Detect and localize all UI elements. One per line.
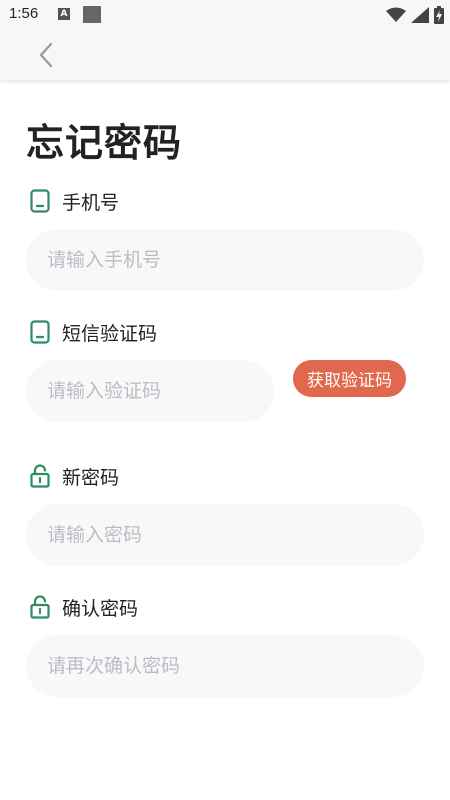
signal-icon: [411, 7, 429, 23]
phone-label-row: 手机号: [29, 188, 119, 214]
sms-code-input-container: [26, 360, 274, 422]
phone-input-container: [26, 229, 424, 291]
status-icons: [386, 5, 444, 25]
lock-icon: [29, 595, 51, 619]
forgot-password-screen: 1:56 A 忘记密码 手机号 请输入手机号 短信验证码 请输入验证码 获取验证…: [0, 0, 450, 800]
phone-label: 手机号: [62, 191, 120, 214]
sms-code-label-row: 短信验证码: [29, 319, 157, 345]
phone-icon: [29, 189, 51, 213]
app-bar: [0, 30, 450, 80]
new-password-input-container: [26, 504, 424, 566]
wifi-icon: [386, 7, 406, 22]
confirm-password-label-row: 确认密码: [29, 594, 138, 620]
status-bar: 1:56 A: [0, 0, 450, 30]
confirm-password-label: 确认密码: [62, 597, 139, 620]
sms-code-input[interactable]: [45, 379, 274, 403]
phone-input[interactable]: [45, 248, 424, 272]
a-icon: A: [58, 8, 70, 20]
new-password-input[interactable]: [45, 523, 424, 547]
status-time: 1:56: [9, 5, 39, 22]
get-code-button[interactable]: 获取验证码: [293, 360, 406, 397]
chevron-left-icon: [39, 42, 53, 68]
sms-code-label: 短信验证码: [62, 322, 158, 345]
page-title: 忘记密码: [26, 121, 183, 165]
confirm-password-input[interactable]: [45, 654, 424, 678]
confirm-password-input-container: [26, 635, 424, 697]
lock-icon: [29, 464, 51, 488]
new-password-label: 新密码: [62, 466, 120, 489]
new-password-label-row: 新密码: [29, 463, 119, 489]
back-button[interactable]: [26, 38, 66, 72]
battery-icon: [434, 6, 444, 24]
notification-square-icon: [83, 6, 101, 23]
phone-icon: [29, 320, 51, 344]
